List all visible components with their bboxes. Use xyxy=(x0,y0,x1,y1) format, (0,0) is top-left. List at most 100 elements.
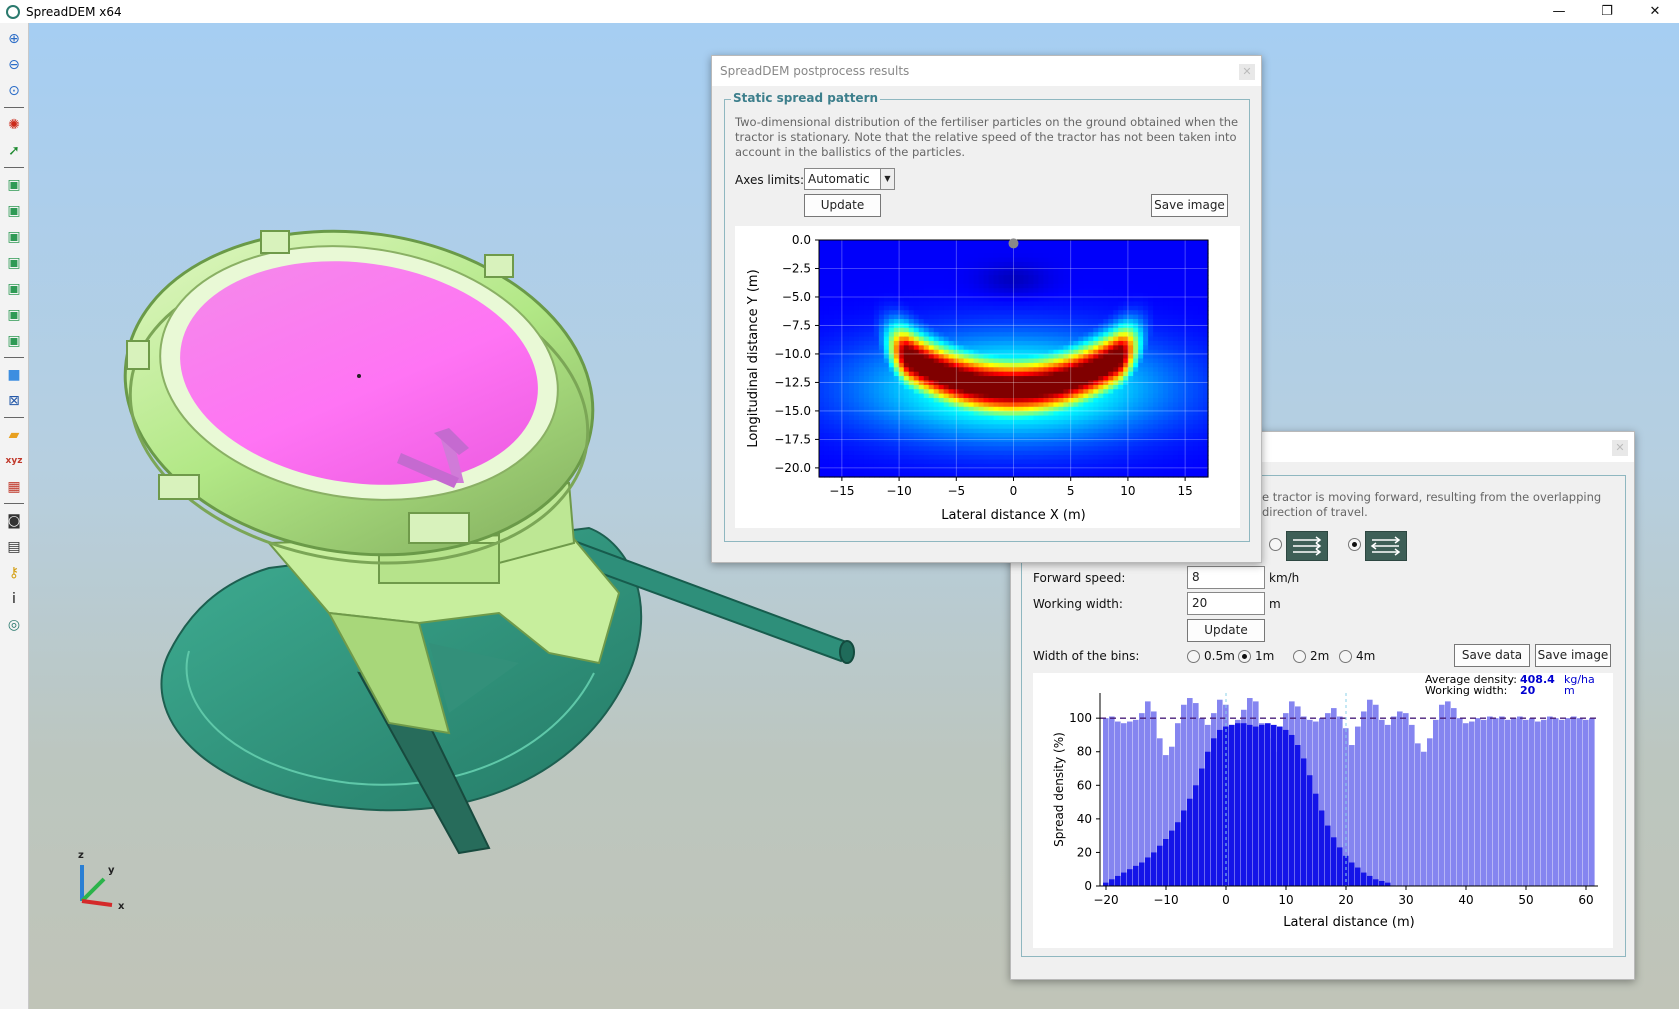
heatmap-cell xyxy=(888,244,895,250)
heatmap-cell xyxy=(988,305,995,311)
close-button[interactable]: ✕ xyxy=(1631,0,1679,23)
bar xyxy=(1325,825,1331,886)
heatmap-cell xyxy=(833,327,840,333)
heatmap-cell xyxy=(1078,240,1084,245)
heatmap-cell xyxy=(898,275,905,281)
zoom-in-icon[interactable]: ⊕ xyxy=(3,28,25,50)
restore-button[interactable]: ❐ xyxy=(1583,0,1631,23)
heatmap-cell xyxy=(1148,393,1154,399)
bar xyxy=(1475,718,1481,886)
dynamic-save-image-button[interactable]: Save image xyxy=(1535,644,1611,667)
bin-radio-4m[interactable] xyxy=(1339,650,1352,663)
x-tick-label: 0 xyxy=(1222,893,1230,907)
heatmap-cell xyxy=(878,244,885,250)
heatmap-cell xyxy=(878,253,885,259)
view-back-icon[interactable]: ▣ xyxy=(3,200,25,222)
view-front-icon[interactable]: ▣ xyxy=(3,174,25,196)
axes-icon[interactable]: xyz xyxy=(3,450,25,472)
heatmap-cell xyxy=(1138,459,1144,465)
print-icon[interactable]: ▤ xyxy=(3,536,25,558)
heatmap-cell xyxy=(1083,244,1089,250)
view-iso-icon[interactable]: ▣ xyxy=(3,330,25,352)
heatmap-cell xyxy=(948,354,955,360)
heatmap-cell xyxy=(1168,468,1174,474)
heatmap-cell xyxy=(973,270,980,276)
direction-forward-button[interactable] xyxy=(1286,531,1328,561)
dynamic-update-button[interactable]: Update xyxy=(1187,619,1265,642)
key-icon[interactable]: ⚷ xyxy=(3,562,25,584)
minimize-button[interactable]: — xyxy=(1535,0,1583,23)
bar xyxy=(1559,719,1565,886)
heatmap-cell xyxy=(1133,314,1139,320)
heatmap-cell xyxy=(1133,358,1139,364)
heatmap-cell xyxy=(868,270,875,276)
heatmap-cell xyxy=(1133,468,1139,474)
pick-icon[interactable]: ➚ xyxy=(3,140,25,162)
shaded-mode-icon[interactable]: ■ xyxy=(3,364,25,386)
heatmap-cell xyxy=(893,468,900,474)
heatmap-cell xyxy=(1013,310,1020,316)
direction-radio-alternating[interactable] xyxy=(1348,538,1361,551)
heatmap-cell xyxy=(908,446,915,452)
heatmap-cell xyxy=(1073,305,1079,311)
save-data-button[interactable]: Save data xyxy=(1454,644,1530,667)
chart-icon[interactable]: ▦ xyxy=(3,476,25,498)
wireframe-mode-icon[interactable]: ⊠ xyxy=(3,390,25,412)
bin-radio-2m[interactable] xyxy=(1293,650,1306,663)
heatmap-cell xyxy=(948,297,955,303)
heatmap-cell xyxy=(1128,380,1134,386)
heatmap-cell xyxy=(1093,253,1099,259)
heatmap-cell xyxy=(833,310,840,316)
heatmap-cell xyxy=(1078,297,1084,303)
heatmap-cell xyxy=(1138,393,1144,399)
camera-icon[interactable]: ◙ xyxy=(3,510,25,532)
heatmap-cell xyxy=(1068,240,1074,245)
heatmap-cell xyxy=(1033,424,1040,430)
heatmap-cell xyxy=(819,253,825,259)
direction-radio-forward[interactable] xyxy=(1269,538,1282,551)
view-top-icon[interactable]: ▣ xyxy=(3,278,25,300)
measure-icon[interactable]: ▰ xyxy=(3,424,25,446)
heatmap-cell xyxy=(863,389,870,395)
axes-limits-select[interactable]: Automatic ▼ xyxy=(804,168,895,190)
heatmap-cell xyxy=(983,428,990,434)
heatmap-cell xyxy=(1048,248,1054,254)
heatmap-cell xyxy=(1198,354,1204,360)
heatmap-cell xyxy=(1168,450,1174,456)
heatmap-cell xyxy=(1033,248,1040,254)
view-right-icon[interactable]: ▣ xyxy=(3,252,25,274)
heatmap-cell xyxy=(1023,301,1030,307)
heatmap-cell xyxy=(983,240,990,245)
bin-radio-0_5m[interactable] xyxy=(1187,650,1200,663)
zoom-fit-icon[interactable]: ⊙ xyxy=(3,80,25,102)
heatmap-cell xyxy=(853,288,860,294)
zoom-out-icon[interactable]: ⊖ xyxy=(3,54,25,76)
heatmap-cell xyxy=(1013,305,1020,311)
heatmap-cell xyxy=(843,279,850,285)
view-bottom-icon[interactable]: ▣ xyxy=(3,304,25,326)
static-save-image-button[interactable]: Save image xyxy=(1151,194,1228,217)
heatmap-cell xyxy=(983,371,990,377)
view-left-icon[interactable]: ▣ xyxy=(3,226,25,248)
heatmap-cell xyxy=(853,340,860,346)
forward-speed-input[interactable]: 8 xyxy=(1187,566,1265,589)
info-icon[interactable]: i xyxy=(3,588,25,610)
heatmap-cell xyxy=(1168,257,1174,263)
dialog-close-button[interactable]: ✕ xyxy=(1612,440,1628,456)
heatmap-cell xyxy=(828,327,835,333)
spreadem-logo-icon[interactable]: ◎ xyxy=(3,614,25,636)
static-update-button[interactable]: Update xyxy=(804,194,881,217)
heatmap-cell xyxy=(833,437,840,443)
dialog-close-button[interactable]: ✕ xyxy=(1239,64,1255,80)
working-width-input[interactable]: 20 xyxy=(1187,592,1265,615)
heatmap-cell xyxy=(1053,419,1059,425)
heatmap-cell xyxy=(1128,367,1134,373)
heatmap-cell xyxy=(958,376,965,382)
bar xyxy=(1355,867,1361,886)
bin-radio-1m[interactable] xyxy=(1238,650,1251,663)
heatmap-cell xyxy=(1188,354,1194,360)
heatmap-cell xyxy=(1003,398,1010,403)
rotate-view-icon[interactable]: ✺ xyxy=(3,114,25,136)
heatmap-cell xyxy=(988,314,995,320)
direction-alternating-button[interactable] xyxy=(1365,531,1407,561)
